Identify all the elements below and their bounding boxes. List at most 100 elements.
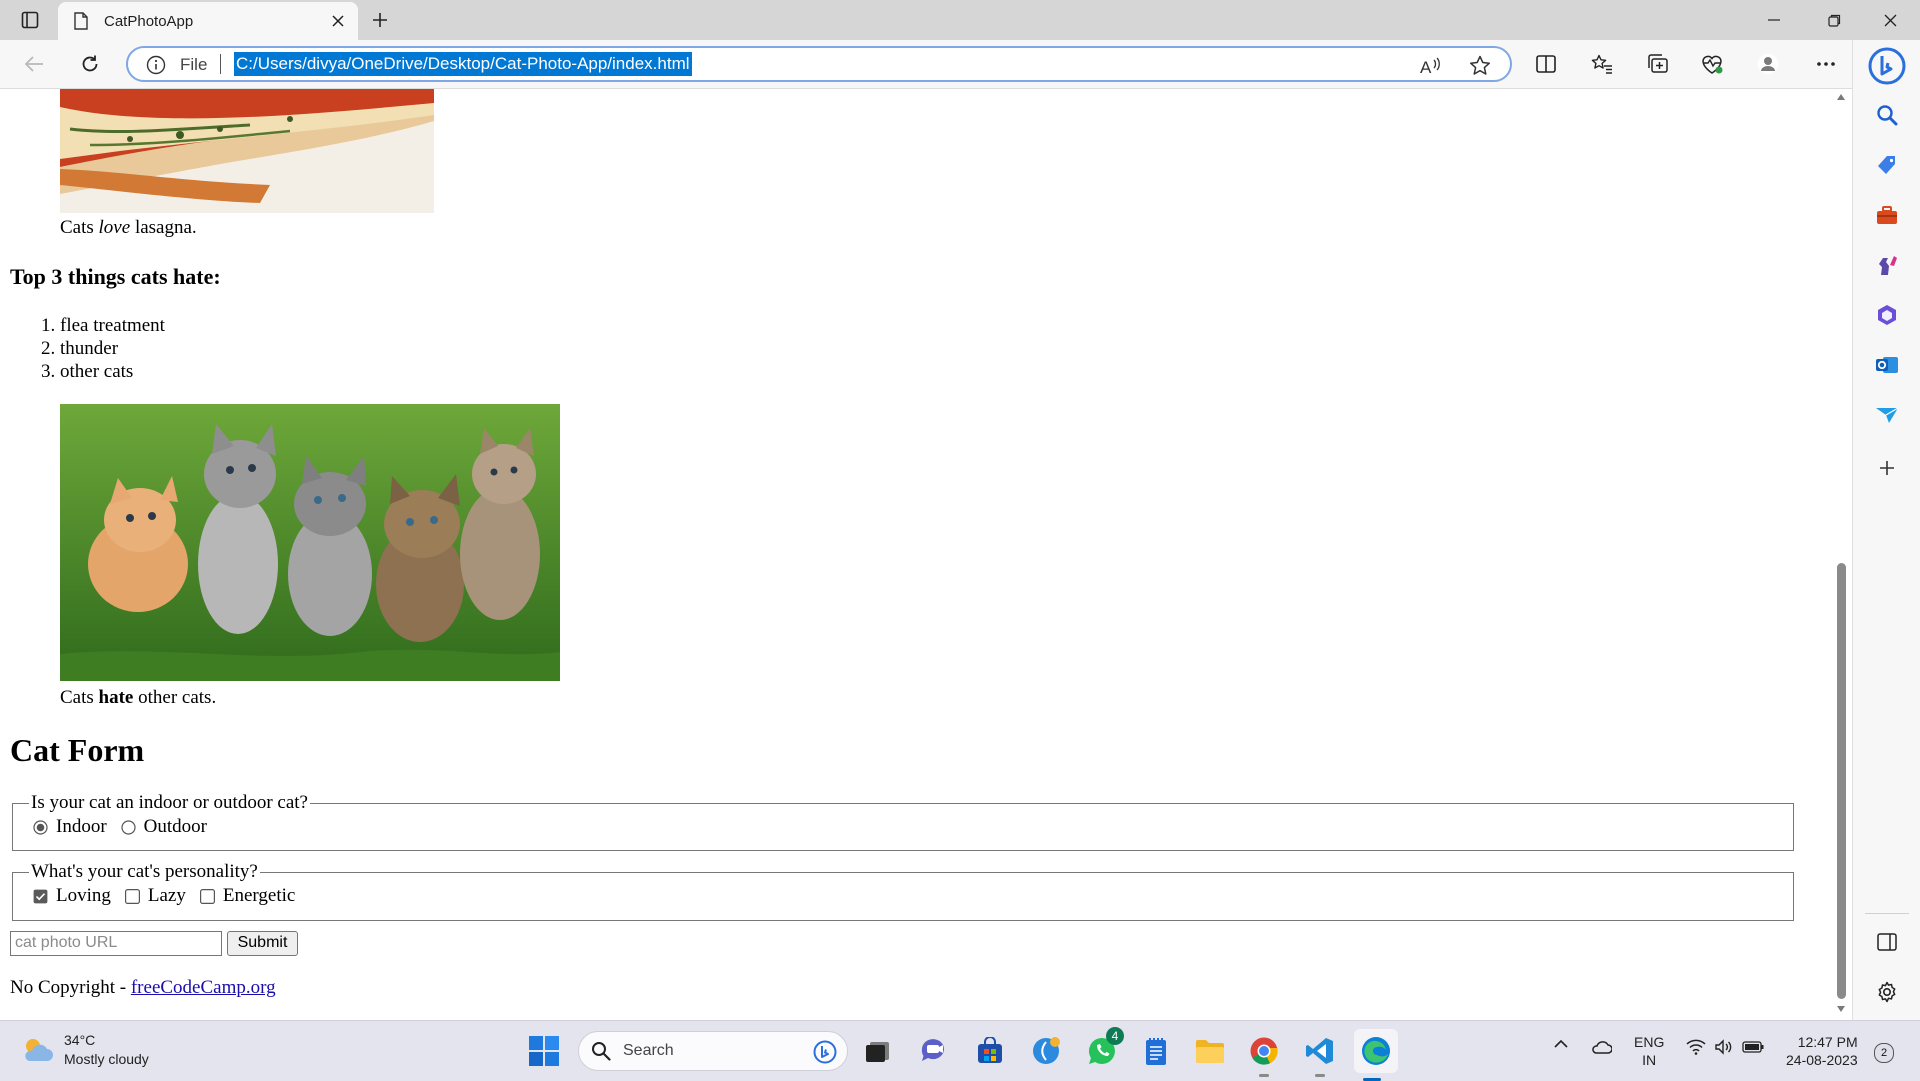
scroll-down-icon[interactable] <box>1836 1005 1846 1013</box>
list-item: other cats <box>60 360 165 383</box>
sidebar-add-button[interactable] <box>1871 452 1903 484</box>
sidebar-games-button[interactable] <box>1871 249 1903 281</box>
sidebar-shopping-button[interactable] <box>1871 149 1903 181</box>
wifi-icon <box>1686 1039 1706 1055</box>
vscode-button[interactable] <box>1302 1033 1338 1077</box>
sidebar-divider <box>1865 913 1909 914</box>
whatsapp-button[interactable]: 4 <box>1084 1027 1124 1069</box>
scroll-up-icon[interactable] <box>1836 93 1846 101</box>
sidebar-outlook-button[interactable] <box>1871 349 1903 381</box>
battery-icon <box>1742 1041 1764 1053</box>
energetic-checkbox[interactable] <box>199 888 215 904</box>
teams-chat-button[interactable] <box>916 1033 952 1069</box>
outlook-icon <box>1876 357 1898 373</box>
app-button[interactable] <box>1028 1033 1064 1069</box>
more-options-button[interactable] <box>1808 48 1844 80</box>
caption-text: lasagna. <box>130 217 197 238</box>
split-screen-icon <box>1536 55 1556 73</box>
whatsapp-badge: 4 <box>1106 1027 1124 1045</box>
tab-close-button[interactable] <box>324 7 352 35</box>
network-volume-battery[interactable] <box>1686 1039 1764 1055</box>
energetic-label[interactable]: Energetic <box>223 885 295 907</box>
tab-strip: CatPhotoApp <box>0 0 1920 40</box>
scrollbar-thumb[interactable] <box>1837 563 1846 999</box>
notepad-button[interactable] <box>1138 1033 1174 1069</box>
minimize-button[interactable] <box>1746 0 1802 40</box>
cat-photo-url-input[interactable]: cat photo URL <box>10 931 222 956</box>
tab-catphotoapp[interactable]: CatPhotoApp <box>58 2 358 40</box>
browser-essentials-button[interactable] <box>1694 48 1730 80</box>
close-icon <box>1884 14 1896 26</box>
indoor-radio[interactable] <box>33 819 48 835</box>
info-icon[interactable] <box>146 55 166 75</box>
profile-button[interactable] <box>1750 48 1786 80</box>
vertical-scrollbar[interactable] <box>1832 89 1850 1020</box>
collections-button[interactable] <box>1640 48 1676 80</box>
hate-list: flea treatment thunder other cats <box>24 314 165 383</box>
edge-icon <box>1362 1037 1390 1065</box>
chevron-up-icon <box>1554 1039 1568 1048</box>
show-hidden-icons-button[interactable] <box>1554 1039 1568 1049</box>
restore-button[interactable] <box>1806 0 1862 40</box>
chrome-button[interactable] <box>1246 1033 1282 1077</box>
loving-checkbox[interactable] <box>33 889 48 904</box>
sidebar-search-button[interactable] <box>1871 99 1903 131</box>
footer-link[interactable]: freeCodeCamp.org <box>131 977 276 998</box>
file-explorer-button[interactable] <box>1192 1033 1228 1069</box>
clock[interactable]: 12:47 PM 24-08-2023 <box>1786 1033 1858 1069</box>
settings-icon <box>1878 981 1896 1003</box>
weather-widget[interactable]: 34°C Mostly cloudy <box>20 1031 149 1069</box>
lazy-checkbox[interactable] <box>124 888 140 904</box>
bing-icon <box>1868 47 1906 85</box>
address-url[interactable]: C:/Users/divya/OneDrive/Desktop/Cat-Phot… <box>234 52 692 76</box>
indoor-label[interactable]: Indoor <box>56 816 107 838</box>
arrow-left-icon <box>24 56 43 72</box>
collections-icon <box>1648 54 1668 73</box>
onedrive-button[interactable] <box>1590 1039 1612 1055</box>
personality-legend: What's your cat's personality? <box>31 861 258 882</box>
loving-label[interactable]: Loving <box>56 885 111 907</box>
edge-button[interactable] <box>1354 1029 1398 1081</box>
taskview-button[interactable] <box>860 1033 896 1069</box>
read-aloud-icon[interactable]: A <box>1418 54 1442 78</box>
sidebar-settings-button[interactable] <box>1871 976 1903 1008</box>
shopping-tag-icon <box>1878 156 1895 174</box>
taskbar-search[interactable]: Search <box>578 1031 848 1071</box>
vscode-icon <box>1306 1038 1333 1064</box>
lasagna-caption: Cats love lasagna. <box>60 217 197 239</box>
favorites-icon <box>1591 54 1612 74</box>
new-tab-button[interactable] <box>366 6 394 34</box>
outdoor-label[interactable]: Outdoor <box>144 816 207 838</box>
bing-chat-button[interactable] <box>1865 44 1909 88</box>
caption-text: Cats <box>60 217 99 238</box>
caption-text: other cats. <box>133 687 217 708</box>
task-view-icon <box>866 1042 889 1062</box>
chat-icon <box>921 1039 944 1061</box>
notepad-icon <box>1146 1038 1166 1065</box>
favorite-star-icon[interactable] <box>1468 54 1492 78</box>
lazy-label[interactable]: Lazy <box>148 885 186 907</box>
store-icon <box>978 1037 1002 1063</box>
sidebar-drop-button[interactable] <box>1871 399 1903 431</box>
profile-icon <box>1758 54 1778 74</box>
favorites-button[interactable] <box>1584 48 1620 80</box>
search-icon <box>592 1042 611 1061</box>
refresh-button[interactable] <box>72 48 108 80</box>
address-bar[interactable]: File C:/Users/divya/OneDrive/Desktop/Cat… <box>126 46 1512 82</box>
tab-actions-button[interactable] <box>12 6 48 34</box>
store-button[interactable] <box>972 1033 1008 1069</box>
split-screen-button[interactable] <box>1528 48 1564 80</box>
hide-sidebar-button[interactable] <box>1871 926 1903 958</box>
language-indicator[interactable]: ENG IN <box>1634 1033 1664 1069</box>
kittens-caption: Cats hate other cats. <box>60 687 216 709</box>
sidebar-tools-button[interactable] <box>1871 199 1903 231</box>
sidebar-office-button[interactable] <box>1871 299 1903 331</box>
submit-button[interactable]: Submit <box>227 931 298 956</box>
outdoor-radio[interactable] <box>121 819 136 835</box>
start-button[interactable] <box>528 1035 560 1067</box>
back-button[interactable] <box>16 48 52 80</box>
notification-badge[interactable]: 2 <box>1874 1043 1894 1063</box>
chrome-icon <box>1250 1037 1278 1065</box>
close-window-button[interactable] <box>1862 0 1918 40</box>
page-viewport: Cats love lasagna. Top 3 things cats hat… <box>0 89 1852 1020</box>
